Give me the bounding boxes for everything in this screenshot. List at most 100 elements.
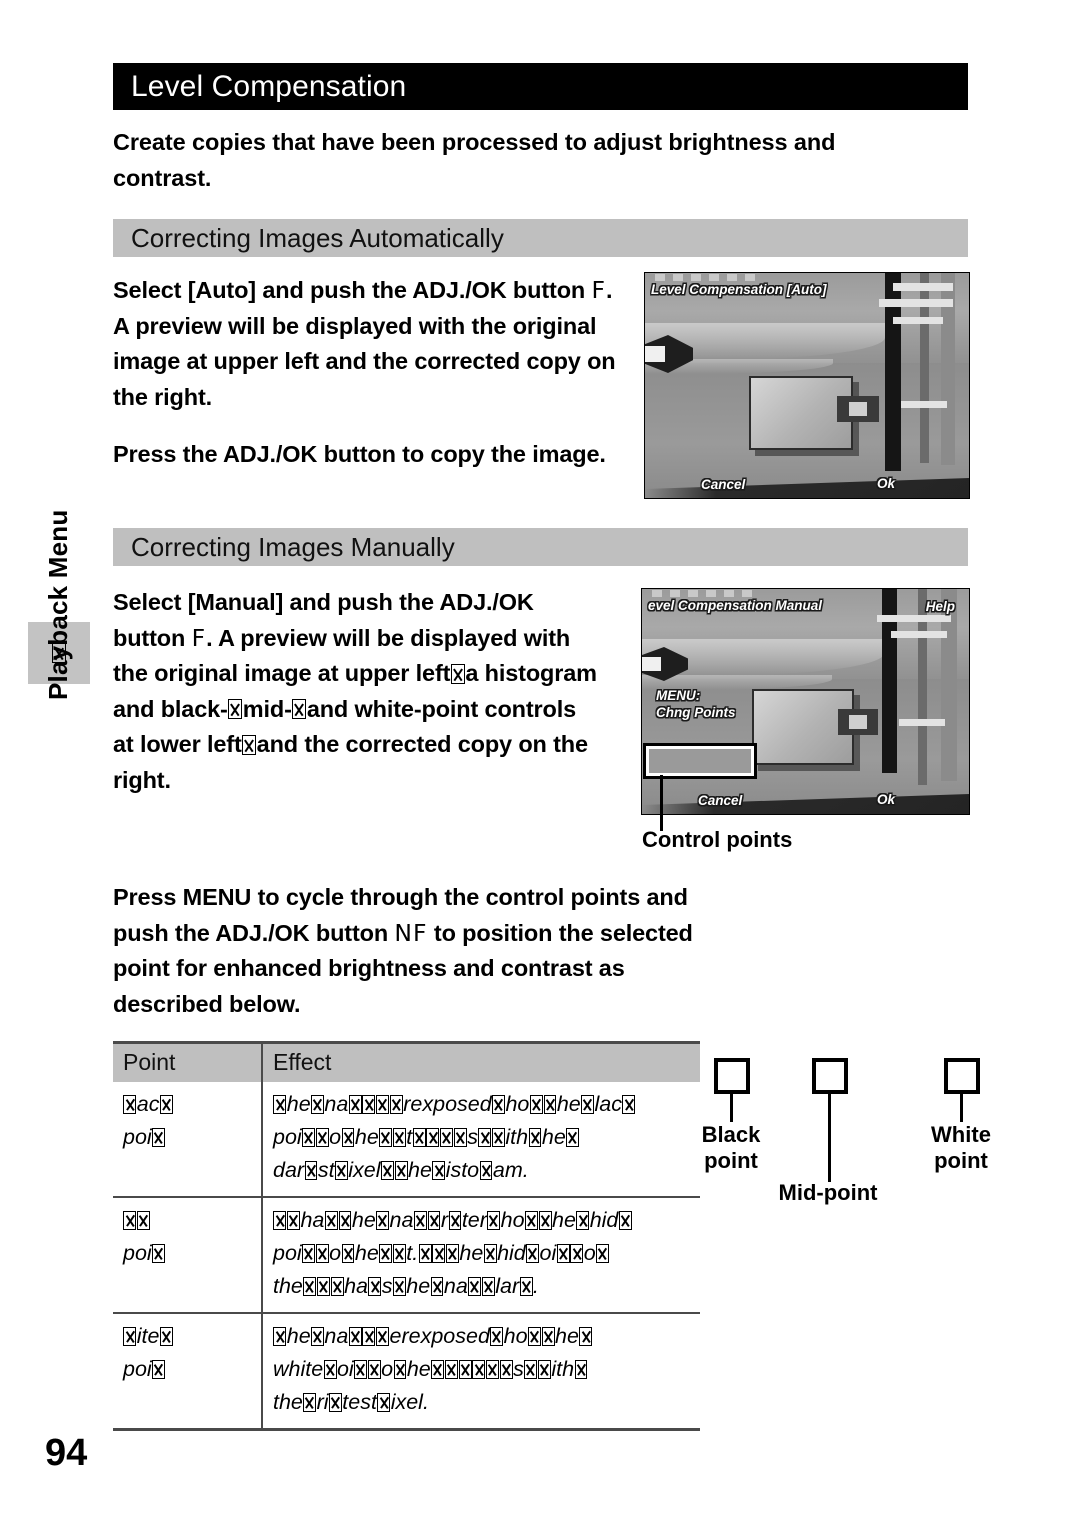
missing-glyph-icon [317,1277,330,1296]
table-cell-effect-mid: ha he na r ter ho he hid poi o he t. he hid oi o the ha… [262,1196,700,1313]
missing-glyph-icon [492,1128,505,1147]
missing-glyph-icon [458,1360,472,1379]
lcd-menu-hint-line1: MENU: [656,688,701,703]
missing-glyph-icon [376,1327,390,1346]
missing-glyph-icon [412,1128,426,1147]
missing-glyph-icon [311,1327,324,1346]
lcd-ok-label-manual[interactable]: Ok [877,792,895,807]
missing-glyph-icon [444,1360,458,1379]
section-header-automatic: Correcting Images Automatically [113,219,968,257]
section-header-manual: Correcting Images Manually [113,528,968,566]
lcd-band-1 [893,283,953,291]
lcd-top-dots [654,274,849,282]
missing-glyph-icon [377,1393,391,1412]
missing-glyph-icon [528,1327,541,1346]
missing-glyph-icon [392,1128,406,1147]
control-points-leader-line [660,775,663,831]
missing-glyph-icon [137,1211,151,1230]
table-header-effect: Effect [262,1041,700,1082]
missing-glyph-icon [348,1095,362,1114]
table-row: ac poi he na rexposed ho he lac poi o he t s ith he… [113,1082,700,1197]
control-points-caption: Control points [642,827,793,852]
missing-glyph-icon [330,1277,344,1296]
table-row: ite poi he na erexposed ho he white oi o he s ith… [113,1312,700,1431]
lcd-title-auto: Level Compensation [Auto] [651,282,827,297]
missing-glyph-icon [379,1128,393,1147]
auto-copy-paragraph: Press the ADJ./OK button to copy the ima… [113,441,606,467]
missing-glyph-icon [393,1360,407,1379]
missing-glyph-icon [302,1244,316,1263]
missing-glyph-icon [302,1128,316,1147]
missing-glyph-icon [123,1327,137,1346]
arrow-buttons-glyph: NF [394,918,428,947]
missing-glyph-icon [499,1360,513,1379]
missing-glyph-icon [315,1244,329,1263]
missing-glyph-icon [368,1277,382,1296]
lcd-title-manual-mode: Manual [775,598,823,613]
menu-cycle-paragraph: Press MENU to cycle through the control … [113,880,693,1022]
black-point-leader-line [730,1094,733,1122]
lcd-help-label[interactable]: Help [926,599,955,614]
missing-glyph-icon [392,1277,406,1296]
mid-point-leader-line [828,1094,831,1182]
lcd-subject-knob [837,396,879,422]
missing-glyph-icon [566,1128,580,1147]
point-white-line1: ite [136,1324,160,1348]
missing-glyph-icon [448,1211,462,1230]
lcd-control-points-box[interactable] [643,743,757,779]
lcd-ok-label-auto[interactable]: Ok [877,476,895,491]
table-row: poi ha he na r ter ho he hid poi o he t. he hid oi o t… [113,1196,700,1313]
lcd-band-2 [879,299,953,307]
manual-instruction-text-c: mid- [242,695,292,722]
missing-glyph-icon [472,1360,486,1379]
sidebar-tab-label: Playback Menu [43,509,73,700]
missing-glyph-icon [418,1244,432,1263]
missing-glyph-icon [273,1327,287,1346]
control-point-diagram: Black point Mid-point White point [700,1040,1000,1220]
point-white-line2: poi [123,1357,152,1381]
missing-glyph-icon [380,1161,394,1180]
section-header-automatic-label: Correcting Images Automatically [131,222,504,253]
white-point-marker-icon [944,1058,980,1094]
missing-glyph-icon [159,1095,173,1114]
missing-glyph-icon [152,1128,166,1147]
missing-glyph-icon [446,1244,459,1263]
auto-instruction-paragraph: Select [Auto] and push the ADJ./OK butto… [113,273,618,415]
lcd-subject-knob [838,709,878,735]
lcd-menu-hint-line2: Chng Points [656,705,736,720]
missing-glyph-icon [152,1244,166,1263]
missing-glyph-icon [334,1161,348,1180]
lcd-cancel-label-auto[interactable]: Cancel [701,477,745,492]
missing-glyph-icon [328,1393,342,1412]
missing-glyph-icon [392,1244,406,1263]
adj-ok-button-glyph-manual: F [191,623,207,652]
missing-glyph-icon [543,1095,557,1114]
missing-glyph-icon [570,1244,584,1263]
missing-glyph-icon [453,1128,467,1147]
missing-glyph-icon [242,734,257,755]
missing-glyph-icon [529,1095,543,1114]
missing-glyph-icon [376,1095,390,1114]
missing-glyph-icon [427,1211,441,1230]
missing-glyph-icon [389,1095,403,1114]
missing-glyph-icon [311,1095,324,1114]
lcd-cancel-label-manual[interactable]: Cancel [698,793,742,808]
manual-instruction-paragraph: Select [Manual] and push the ADJ./OK but… [113,585,603,798]
missing-glyph-icon [292,699,307,720]
missing-glyph-icon [490,1327,504,1346]
missing-glyph-icon [338,1211,352,1230]
missing-glyph-icon [556,1244,570,1263]
black-point-marker-icon [714,1058,750,1094]
missing-glyph-icon [315,1128,329,1147]
missing-glyph-icon [481,1277,495,1296]
missing-glyph-icon [228,699,243,720]
missing-glyph-icon [486,1360,500,1379]
missing-glyph-icon [123,1211,137,1230]
missing-glyph-icon [524,1211,538,1230]
lcd-screenshot-auto: Level Compensation [Auto] Cancel Ok [644,272,970,499]
missing-glyph-icon [581,1095,595,1114]
missing-glyph-icon [430,1277,444,1296]
missing-glyph-icon [348,1327,362,1346]
missing-glyph-icon [440,1128,454,1147]
point-effect-table: Point Effect ac poi he na rexposed ho he lac … [113,1041,700,1431]
